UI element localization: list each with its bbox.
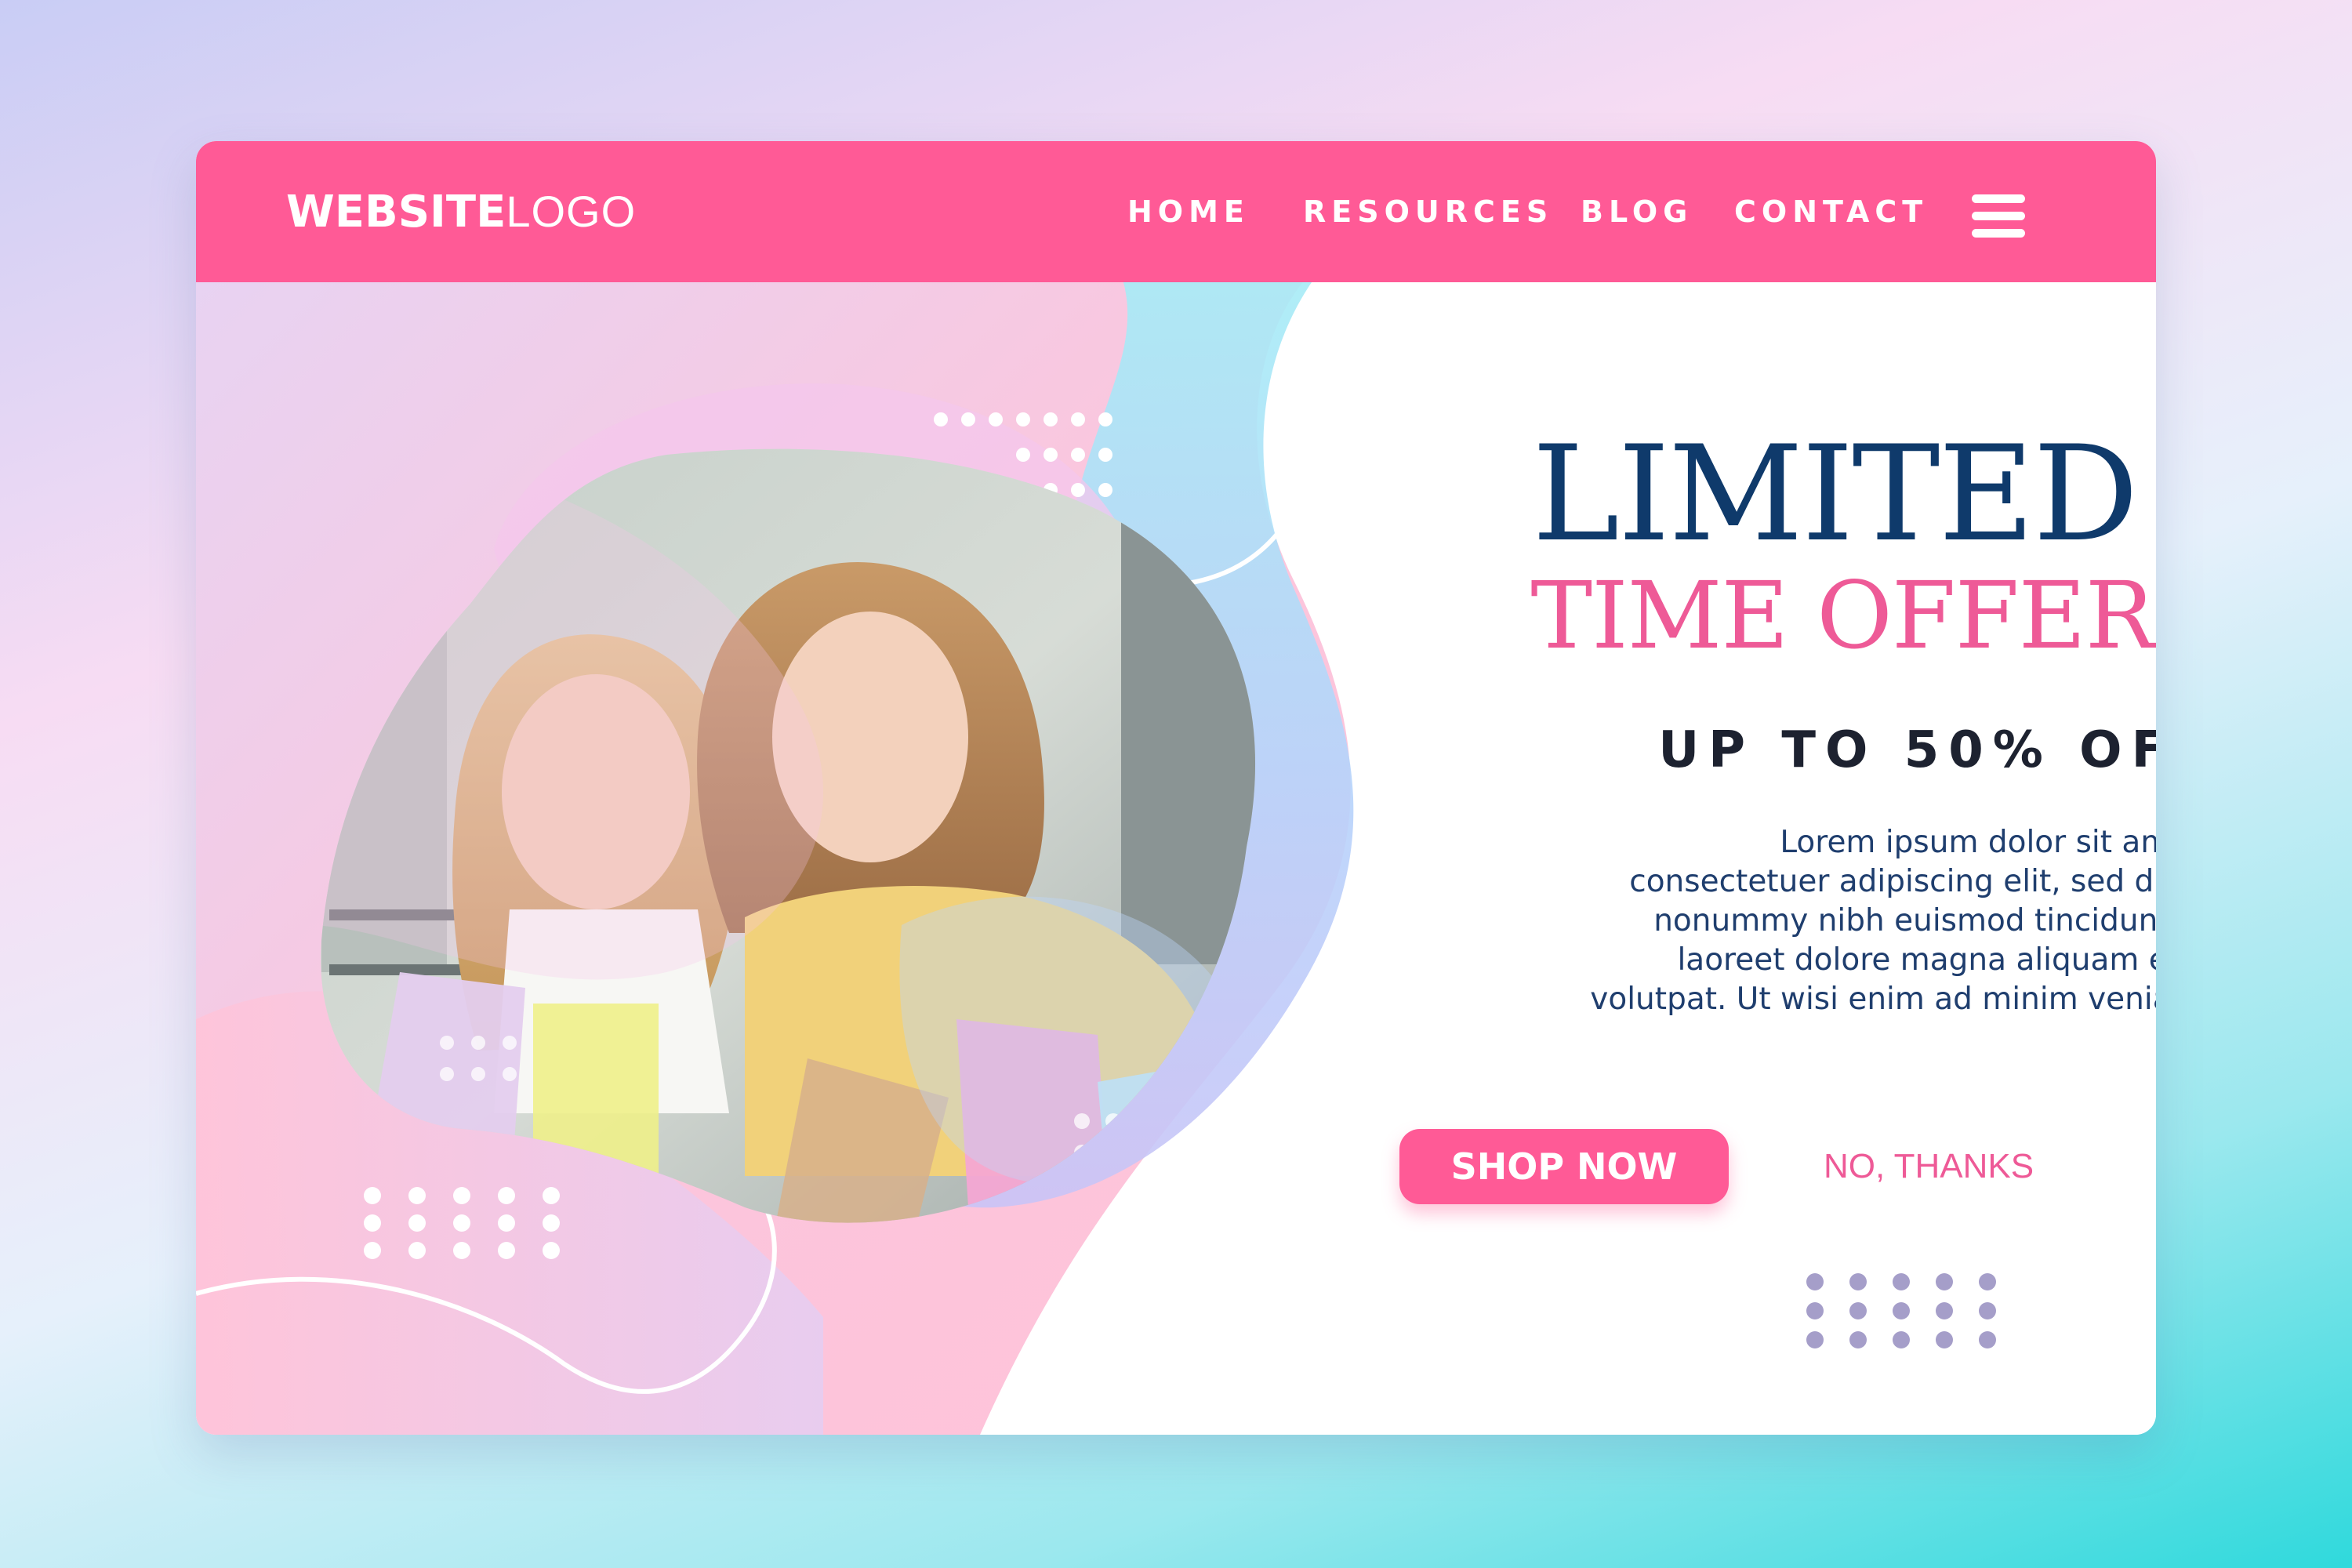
top-navigation-bar: WEBSITELOGO HOME RESOURCES BLOG CONTACT [196,141,2156,282]
menu-bar-top [1972,194,2025,203]
hero-photo-shoppers [321,448,1256,1223]
shop-now-button[interactable]: SHOP NOW [1399,1129,1729,1204]
website-logo[interactable]: WEBSITELOGO [286,141,636,282]
no-thanks-link[interactable]: NO, THANKS [1764,1127,2093,1206]
body-line: nonummy nibh euismod tincidunt ut [1653,903,2156,938]
headline-time-offer: TIME OFFER [1530,561,2154,670]
menu-bar-middle [1972,212,2025,220]
headline-limited: LIMITED [1532,417,2139,571]
menu-bar-bottom [1972,229,2025,238]
nav-contact[interactable]: CONTACT [1734,141,1928,282]
nav-blog[interactable]: BLOG [1581,141,1693,282]
body-line: volutpat. Ut wisi enim ad minim veniam. [1590,982,2156,1017]
body-line: consectetuer adipiscing elit, sed diam [1629,864,2156,899]
nav-resources[interactable]: RESOURCES [1303,141,1553,282]
nav-home[interactable]: HOME [1127,141,1250,282]
logo-light-text: LOGO [506,187,637,236]
hero-body-text: Lorem ipsum dolor sit amet, consectetuer… [1403,823,2156,1019]
body-line: laoreet dolore magna aliquam erat [1677,942,2156,978]
discount-text: UP TO 50% OFF [1658,721,2156,779]
hamburger-menu-icon[interactable] [1972,194,2025,238]
body-line: Lorem ipsum dolor sit amet, [1780,825,2156,860]
landing-page-window: WEBSITELOGO HOME RESOURCES BLOG CONTACT [196,141,2156,1435]
logo-bold-text: WEBSITE [286,187,506,238]
